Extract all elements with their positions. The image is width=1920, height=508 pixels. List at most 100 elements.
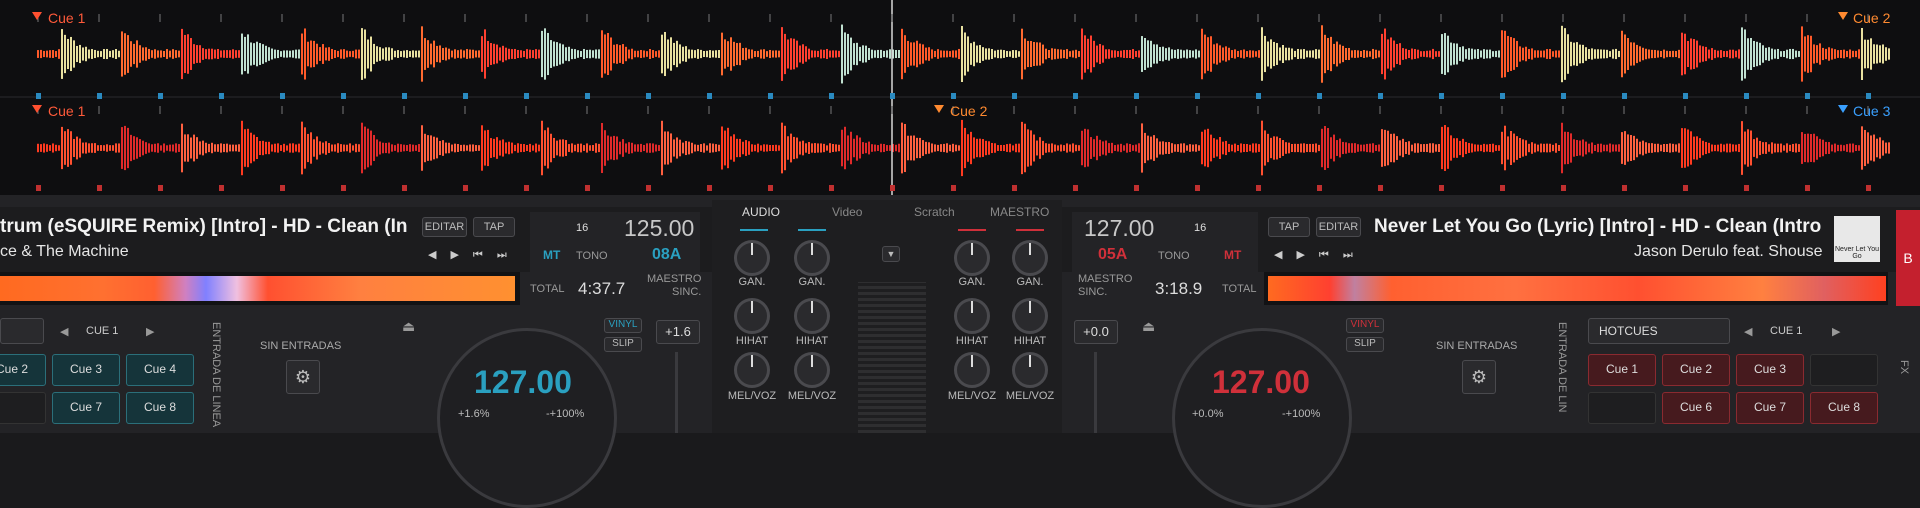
- mixer-left-indicator: [740, 229, 768, 231]
- right-overview-waveform[interactable]: [1264, 272, 1888, 305]
- mixer-gain-knob[interactable]: [954, 240, 990, 276]
- left-key[interactable]: 08A: [652, 246, 681, 264]
- bottom-cue-1[interactable]: Cue 1: [48, 103, 85, 119]
- bottom-cue-3[interactable]: Cue 3: [1853, 103, 1890, 119]
- right-cue-button[interactable]: Cue 7: [1736, 392, 1804, 424]
- beat-marker: [890, 93, 895, 99]
- beat-marker: [1012, 93, 1017, 99]
- mixer-gain-knob[interactable]: [1012, 240, 1048, 276]
- left-next-icon[interactable]: ▶: [146, 325, 154, 338]
- mixer-gain-knob[interactable]: [794, 240, 830, 276]
- left-cue-nav[interactable]: CUE 1: [86, 325, 118, 337]
- right-pitch-value[interactable]: +0.0: [1074, 320, 1118, 344]
- left-tono[interactable]: TONO: [576, 250, 608, 262]
- right-prev-icon[interactable]: ◀: [1744, 325, 1752, 338]
- beat-marker: [1744, 93, 1749, 99]
- right-sinc[interactable]: SINC.: [1078, 286, 1107, 298]
- beat-marker: [36, 185, 41, 191]
- right-edit-button[interactable]: EDITAR: [1316, 217, 1361, 237]
- mixer-melody-knob[interactable]: [1012, 352, 1048, 388]
- mixer-melody-knob[interactable]: [734, 352, 770, 388]
- right-cue-button[interactable]: Cue 6: [1662, 392, 1730, 424]
- right-vinyl-button[interactable]: VINYL: [1346, 318, 1384, 333]
- left-edit-button[interactable]: EDITAR: [422, 217, 467, 237]
- right-key[interactable]: 05A: [1098, 246, 1127, 264]
- left-cue-button[interactable]: Cue 2: [0, 354, 46, 386]
- left-tap-button[interactable]: TAP: [473, 217, 515, 237]
- mixer-gain-label: GAN.: [1016, 276, 1044, 288]
- left-cue-button[interactable]: Cue 7: [52, 392, 120, 424]
- side-b-button[interactable]: B: [1896, 210, 1920, 306]
- mixer-hihat-knob[interactable]: [1012, 298, 1048, 334]
- left-transport-icons[interactable]: ◀▶⏮⏭: [428, 248, 521, 262]
- right-cue-button[interactable]: Cue 3: [1736, 354, 1804, 386]
- left-no-inputs: SIN ENTRADAS: [260, 340, 342, 352]
- left-cue-button[interactable]: [0, 392, 46, 424]
- left-gear-icon[interactable]: ⚙: [286, 360, 320, 394]
- right-next-icon[interactable]: ▶: [1832, 325, 1840, 338]
- left-pitch-pct: +1.6%: [458, 408, 490, 420]
- left-pitch-slider[interactable]: [675, 352, 678, 433]
- left-eject-icon[interactable]: ⏏: [402, 318, 415, 335]
- right-slip-button[interactable]: SLIP: [1346, 337, 1384, 352]
- mixer-hihat-knob[interactable]: [734, 298, 770, 334]
- beat-marker: [524, 185, 529, 191]
- mixer-tab-audio[interactable]: AUDIO: [742, 205, 780, 219]
- right-pitch-slider[interactable]: [1094, 352, 1097, 433]
- mixer-hihat-label: HIHAT: [735, 335, 769, 347]
- mixer-melody-knob[interactable]: [794, 352, 830, 388]
- mixer-tab-maestro[interactable]: MAESTRO: [990, 205, 1049, 219]
- right-cue-button[interactable]: Cue 8: [1810, 392, 1878, 424]
- right-cue-button[interactable]: Cue 1: [1588, 354, 1656, 386]
- bottom-cue-2[interactable]: Cue 2: [950, 103, 987, 119]
- right-gear-icon[interactable]: ⚙: [1462, 360, 1496, 394]
- waveform-area[interactable]: Cue 1 Cue 2 Cue 1 Cue 2 Cue 3: [0, 0, 1920, 195]
- right-eject-icon[interactable]: ⏏: [1142, 318, 1155, 335]
- left-overview-waveform[interactable]: [0, 272, 520, 305]
- mixer-gain-label: GAN.: [738, 276, 766, 288]
- beat-marker: [707, 93, 712, 99]
- mixer-melody-label: MEL/VOZ: [947, 390, 997, 402]
- mixer-gain-knob[interactable]: [734, 240, 770, 276]
- right-cue-nav[interactable]: CUE 1: [1770, 325, 1802, 337]
- right-mt[interactable]: MT: [1224, 248, 1241, 262]
- left-cue-button[interactable]: Cue 4: [126, 354, 194, 386]
- beat-marker: [97, 93, 102, 99]
- beat-marker: [1744, 185, 1749, 191]
- left-sinc[interactable]: SINC.: [672, 286, 701, 298]
- left-cue-button[interactable]: Cue 8: [126, 392, 194, 424]
- right-transport-icons[interactable]: ◀▶⏮⏭: [1274, 248, 1367, 262]
- right-cue-button[interactable]: [1810, 354, 1878, 386]
- mixer-melody-knob[interactable]: [954, 352, 990, 388]
- beat-marker: [1134, 185, 1139, 191]
- mixer-tab-scratch[interactable]: Scratch: [914, 205, 955, 219]
- right-tono[interactable]: TONO: [1158, 250, 1190, 262]
- right-hotcues-dropdown[interactable]: HOTCUES: [1588, 318, 1730, 344]
- left-vinyl-button[interactable]: VINYL: [604, 318, 642, 333]
- right-album-art: Never Let You Go: [1834, 216, 1880, 262]
- mixer-tab-video[interactable]: Video: [832, 205, 862, 219]
- mixer-dropdown-icon[interactable]: ▼: [882, 246, 900, 262]
- left-beats: 16: [576, 222, 589, 234]
- top-cue-1[interactable]: Cue 1: [48, 10, 85, 26]
- right-maestro[interactable]: MAESTRO: [1078, 273, 1132, 285]
- beat-marker: [646, 185, 651, 191]
- side-fx-label[interactable]: FX: [1898, 360, 1910, 374]
- beat-marker: [463, 185, 468, 191]
- left-pitch-value[interactable]: +1.6: [656, 320, 700, 344]
- right-tap-button[interactable]: TAP: [1268, 217, 1310, 237]
- mixer-hihat-knob[interactable]: [954, 298, 990, 334]
- left-pads-dropdown[interactable]: [0, 318, 44, 344]
- right-cue-button[interactable]: [1588, 392, 1656, 424]
- right-cue-button[interactable]: Cue 2: [1662, 354, 1730, 386]
- mixer-hihat-knob[interactable]: [794, 298, 830, 334]
- beat-marker: [280, 93, 285, 99]
- left-maestro[interactable]: MAESTRO: [647, 273, 701, 285]
- left-platter-bpm: 127.00: [474, 364, 572, 400]
- mixer-gain-label: GAN.: [798, 276, 826, 288]
- left-cue-button[interactable]: Cue 3: [52, 354, 120, 386]
- top-cue-2[interactable]: Cue 2: [1853, 10, 1890, 26]
- left-slip-button[interactable]: SLIP: [604, 337, 642, 352]
- left-prev-icon[interactable]: ◀: [60, 325, 68, 338]
- left-mt[interactable]: MT: [543, 248, 560, 262]
